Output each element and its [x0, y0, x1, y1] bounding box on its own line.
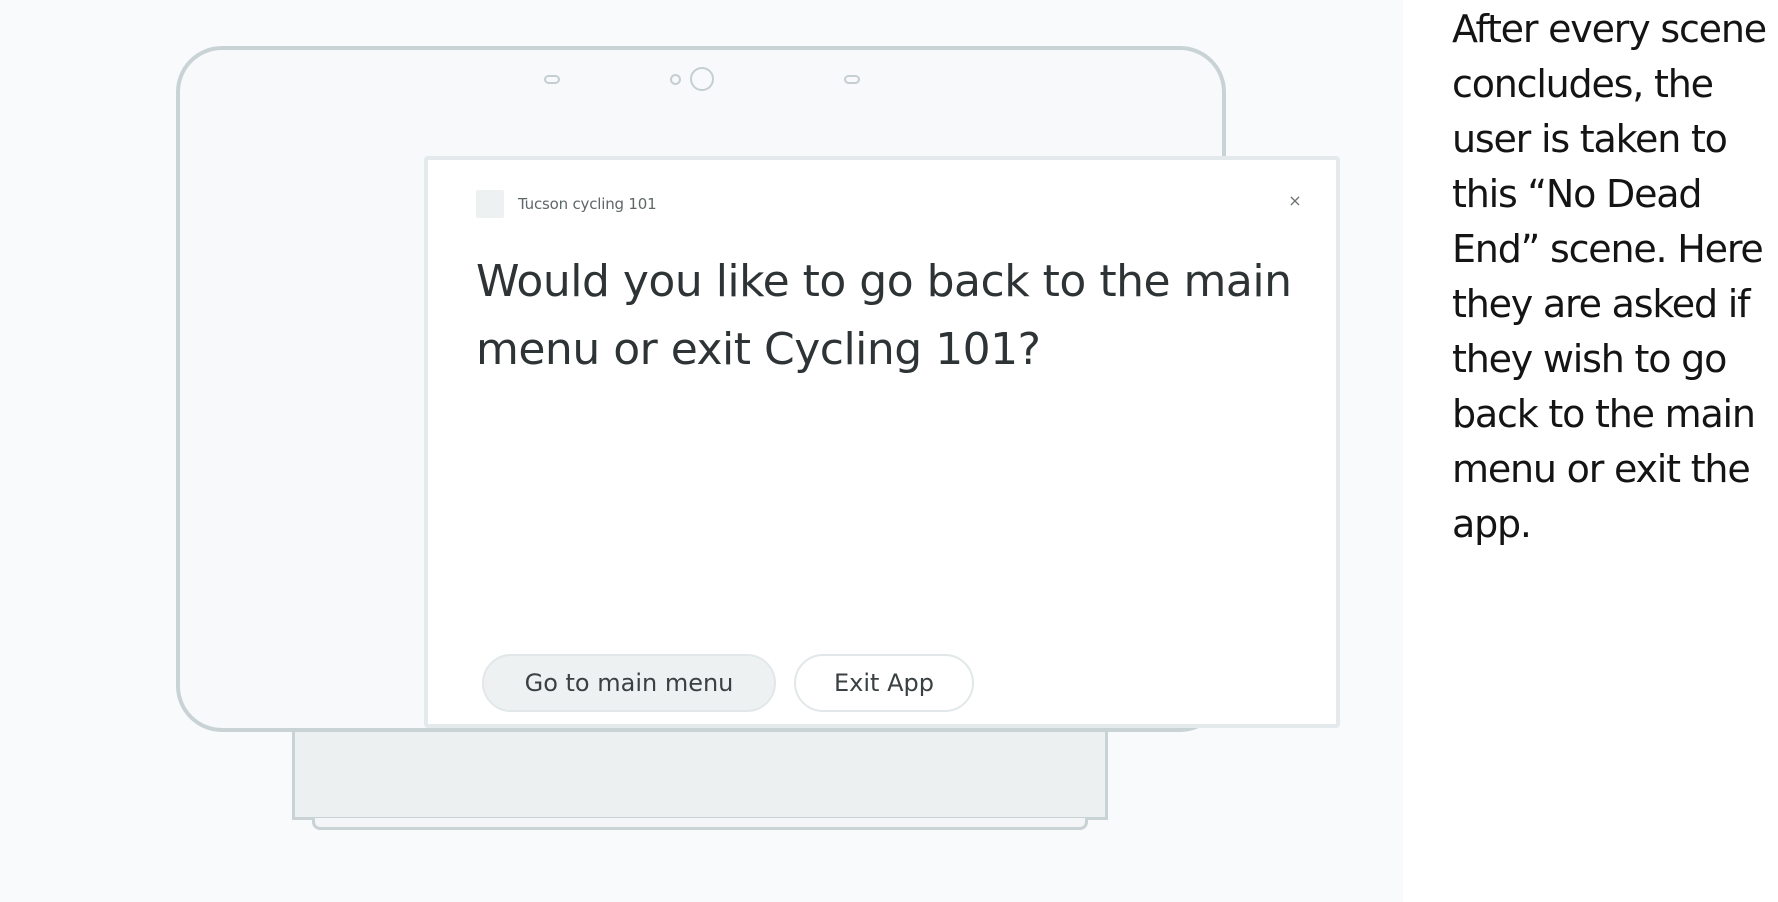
- go-to-main-menu-button[interactable]: Go to main menu: [482, 654, 776, 712]
- caption-text: After every scene concludes, the user is…: [1452, 7, 1767, 546]
- light-sensor-icon: [670, 74, 681, 85]
- app-header: Tucson cycling 101: [476, 190, 657, 218]
- app-title: Tucson cycling 101: [518, 195, 657, 213]
- suggestion-chips: Go to main menu Exit App: [482, 654, 974, 712]
- device-screen: Tucson cycling 101 × Would you like to g…: [424, 156, 1340, 728]
- prompt-question: Would you like to go back to the main me…: [476, 256, 1292, 375]
- microphone-left-icon: [544, 75, 560, 84]
- device-stand-base: [312, 818, 1088, 830]
- app-logo-icon: [476, 190, 504, 218]
- close-icon[interactable]: ×: [1284, 190, 1306, 212]
- microphone-right-icon: [844, 75, 860, 84]
- smart-display-device: Tucson cycling 101 × Would you like to g…: [176, 46, 1340, 732]
- device-stand: [292, 728, 1108, 820]
- camera-icon: [690, 67, 714, 91]
- exit-app-button[interactable]: Exit App: [794, 654, 974, 712]
- figure-canvas: Tucson cycling 101 × Would you like to g…: [0, 0, 1778, 902]
